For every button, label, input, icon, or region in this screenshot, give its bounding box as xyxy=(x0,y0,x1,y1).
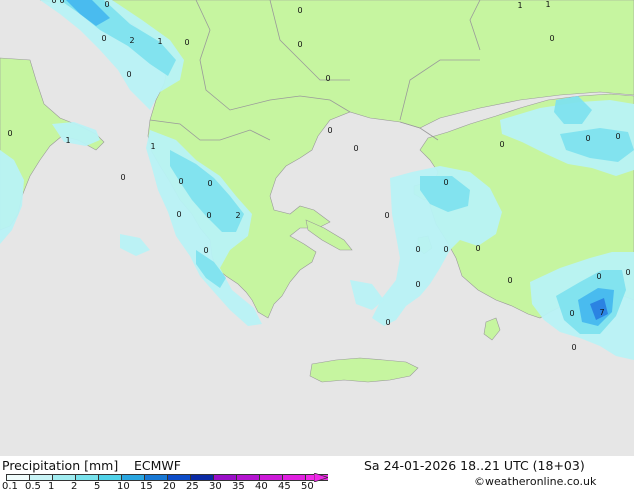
grid-value-label: 0 xyxy=(384,211,389,220)
grid-value-label: 0 xyxy=(569,309,574,318)
legend-swatch xyxy=(6,474,29,481)
legend-swatch xyxy=(52,474,75,481)
grid-value-label: 0 xyxy=(327,126,332,135)
grid-value-label: 0 xyxy=(178,177,183,186)
legend-colorbar xyxy=(6,474,328,481)
grid-value-label: 0 xyxy=(385,318,390,327)
grid-value-label: 0 xyxy=(7,129,12,138)
legend-swatch xyxy=(259,474,282,481)
legend-tick-label: 2 xyxy=(71,481,78,492)
grid-value-label: 0 xyxy=(353,144,358,153)
legend-tick-label: 35 xyxy=(232,481,245,492)
legend-tick-label: 0.5 xyxy=(25,481,41,492)
legend-swatch xyxy=(75,474,98,481)
grid-value-label: 0 xyxy=(59,0,64,5)
grid-value-label: 0 xyxy=(625,268,630,277)
grid-value-label: 0 xyxy=(549,34,554,43)
legend-swatch xyxy=(190,474,213,481)
grid-value-label: 0 xyxy=(615,132,620,141)
grid-value-label: 0 xyxy=(475,244,480,253)
footer-title: Precipitation [mm] xyxy=(2,458,119,473)
grid-value-label: 2 xyxy=(235,211,240,220)
legend-arrow-icon xyxy=(314,473,328,482)
legend-swatch xyxy=(98,474,121,481)
footer-credit: ©weatheronline.co.uk xyxy=(474,475,597,488)
legend-tick-label: 20 xyxy=(163,481,176,492)
legend-tick-label: 50 xyxy=(301,481,314,492)
grid-value-label: 0 xyxy=(499,140,504,149)
grid-value-label: 0 xyxy=(104,0,109,9)
grid-value-label: 0 xyxy=(596,272,601,281)
legend-tick-label: 0.1 xyxy=(2,481,18,492)
legend-tick-label: 10 xyxy=(117,481,130,492)
footer-model: ECMWF xyxy=(134,458,181,473)
legend-tick-label: 25 xyxy=(186,481,199,492)
grid-value-label: 0 xyxy=(443,178,448,187)
grid-value-label: 0 xyxy=(120,173,125,182)
legend-swatch xyxy=(167,474,190,481)
grid-value-label: 0 xyxy=(176,210,181,219)
legend-swatch xyxy=(144,474,167,481)
grid-value-label: 0 xyxy=(415,280,420,289)
grid-value-label: 0 xyxy=(297,40,302,49)
grid-value-label: 0 xyxy=(51,0,56,5)
grid-value-label: 0 xyxy=(585,134,590,143)
grid-value-label: 2 xyxy=(129,36,134,45)
grid-value-label: 1 xyxy=(517,1,522,10)
grid-value-label: 7 xyxy=(599,308,604,317)
grid-value-label: 1 xyxy=(65,136,70,145)
grid-value-label: 0 xyxy=(207,179,212,188)
grid-value-label: 0 xyxy=(443,245,448,254)
legend-tick-label: 1 xyxy=(48,481,55,492)
grid-value-label: 1 xyxy=(157,37,162,46)
footer-datetime: Sa 24-01-2026 18..21 UTC (18+03) xyxy=(364,458,585,473)
grid-value-label: 1 xyxy=(545,0,550,9)
grid-value-label: 0 xyxy=(297,6,302,15)
grid-value-label: 0 xyxy=(126,70,131,79)
grid-value-label: 0 xyxy=(325,74,330,83)
grid-value-label: 0 xyxy=(507,276,512,285)
legend-tick-label: 45 xyxy=(278,481,291,492)
legend-swatch xyxy=(236,474,259,481)
grid-value-label: 0 xyxy=(571,343,576,352)
precipitation-map: 0 0 2 1 0 0 0 0 0 1 0 1 0 0 0 0 0 2 0 0 0 0 0 0 0 0 0 0 0 0 1 1 0 0 0 7 0 0 0 0… xyxy=(0,0,634,456)
legend-tick-label: 30 xyxy=(209,481,222,492)
grid-value-label: 0 xyxy=(415,245,420,254)
legend-swatch xyxy=(282,474,305,481)
grid-value-label: 0 xyxy=(206,211,211,220)
legend-tick-label: 15 xyxy=(140,481,153,492)
map-canvas: 0 0 2 1 0 0 0 0 0 1 0 1 0 0 0 0 0 2 0 0 0 0 0 0 0 0 0 0 0 0 1 1 0 0 0 7 0 0 0 0… xyxy=(0,0,634,456)
legend-swatch xyxy=(121,474,144,481)
grid-value-label: 1 xyxy=(150,142,155,151)
legend-tick-label: 5 xyxy=(94,481,101,492)
grid-value-label: 0 xyxy=(203,246,208,255)
legend-swatch xyxy=(213,474,236,481)
legend-swatch xyxy=(29,474,52,481)
legend-tick-label: 40 xyxy=(255,481,268,492)
grid-value-label: 0 xyxy=(184,38,189,47)
grid-value-label: 0 xyxy=(101,34,106,43)
